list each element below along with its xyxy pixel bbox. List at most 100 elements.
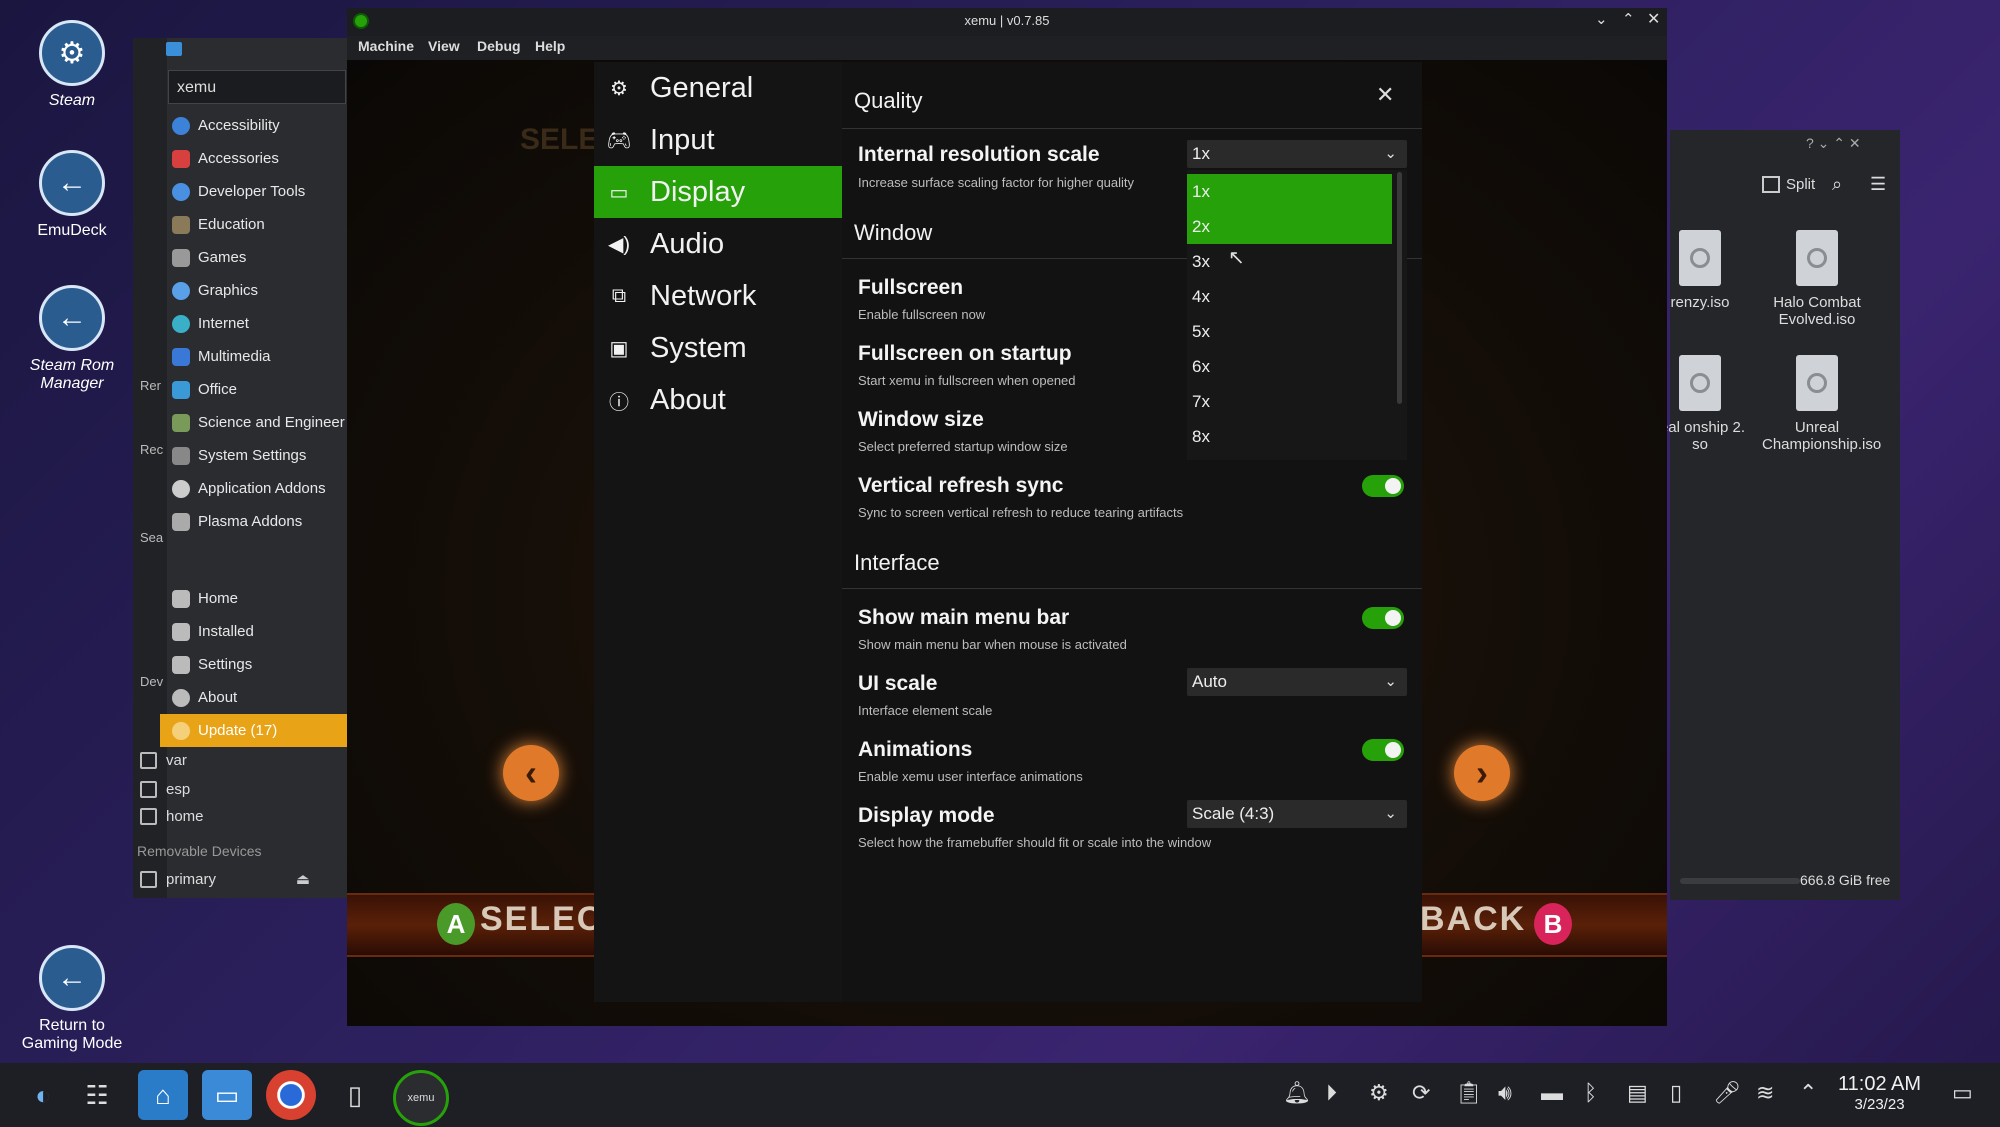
- file-item[interactable]: Unreal Championship.iso: [1762, 355, 1881, 453]
- device-primary[interactable]: primary ⏏: [140, 870, 330, 888]
- animations-toggle[interactable]: [1362, 739, 1404, 761]
- graphics-icon: [172, 281, 190, 300]
- battery-icon[interactable]: ▬: [1541, 1080, 1563, 1106]
- category-system-settings[interactable]: System Settings: [172, 439, 347, 472]
- microphone-icon[interactable]: 🎤︎: [1713, 1080, 1741, 1106]
- launcher-home[interactable]: Home: [172, 582, 347, 615]
- dropdown-option-4x[interactable]: 4x: [1187, 279, 1392, 314]
- desktop-icon-return-gaming[interactable]: ← Return to Gaming Mode: [12, 945, 132, 1053]
- menubar-toggle[interactable]: [1362, 607, 1404, 629]
- dropdown-option-6x[interactable]: 6x: [1187, 349, 1392, 384]
- minimize-icon[interactable]: ⌄: [1595, 10, 1608, 28]
- info-icon: ⓘ: [609, 391, 629, 414]
- launcher-search-input[interactable]: xemu: [168, 70, 346, 104]
- nav-general[interactable]: ⚙ General: [594, 62, 842, 114]
- wifi-icon[interactable]: ≋: [1756, 1080, 1774, 1106]
- dropdown-option-5x[interactable]: 5x: [1187, 314, 1392, 349]
- notifications-icon[interactable]: 🔔︎: [1283, 1080, 1311, 1106]
- category-application-addons[interactable]: Application Addons: [172, 472, 347, 505]
- volume-icon[interactable]: 🔊︎: [1498, 1080, 1512, 1106]
- device-icon[interactable]: ▯: [1670, 1080, 1682, 1106]
- nav-network[interactable]: ⧉ Network: [594, 270, 842, 322]
- dropdown-option-7x[interactable]: 7x: [1187, 384, 1392, 419]
- menu-debug[interactable]: Debug: [477, 38, 521, 54]
- dropdown-scrollbar[interactable]: [1397, 172, 1402, 404]
- ui-scale-dropdown[interactable]: Auto ⌄: [1187, 668, 1407, 696]
- plasma-addons-icon: [172, 512, 190, 531]
- maximize-icon[interactable]: ⌃: [1622, 10, 1635, 28]
- game-select-text: SELEC: [480, 900, 604, 938]
- category-multimedia[interactable]: Multimedia: [172, 340, 347, 373]
- media-play-icon[interactable]: ⏵: [1326, 1080, 1337, 1106]
- search-icon[interactable]: ⌕: [1832, 174, 1842, 195]
- window-controls[interactable]: ? ⌄ ⌃ ✕: [1806, 135, 1861, 152]
- steam-tray-icon[interactable]: ⚙: [1369, 1080, 1389, 1106]
- task-manager-icon[interactable]: ☷: [72, 1070, 122, 1120]
- category-developer-tools[interactable]: Developer Tools: [172, 175, 347, 208]
- hamburger-menu-icon[interactable]: ☰: [1870, 174, 1886, 195]
- category-office[interactable]: Office: [172, 373, 347, 406]
- dropdown-option-2x[interactable]: 2x: [1187, 209, 1392, 244]
- chrome-icon[interactable]: [266, 1070, 316, 1120]
- menu-machine[interactable]: Machine: [358, 38, 414, 54]
- storage-icon[interactable]: ▤: [1627, 1080, 1648, 1106]
- chevron-down-icon: ⌄: [1384, 145, 1397, 162]
- nav-about[interactable]: ⓘ About: [594, 374, 842, 426]
- internal-resolution-dropdown[interactable]: 1x ⌄: [1187, 140, 1407, 168]
- steam-deck-menu-icon[interactable]: ◐: [18, 1070, 68, 1120]
- drive-icon: [140, 752, 157, 769]
- nav-system[interactable]: ▣ System: [594, 322, 842, 374]
- update-tray-icon[interactable]: ⟳: [1412, 1080, 1430, 1106]
- category-games[interactable]: Games: [172, 241, 347, 274]
- display-mode-title: Display mode: [858, 804, 995, 827]
- nav-input[interactable]: 🎮︎ Input: [594, 114, 842, 166]
- split-button[interactable]: Split: [1762, 176, 1815, 193]
- category-plasma-addons[interactable]: Plasma Addons: [172, 505, 347, 538]
- menu-view[interactable]: View: [428, 38, 460, 54]
- launcher-installed[interactable]: Installed: [172, 615, 347, 648]
- close-window-icon[interactable]: ✕: [1647, 9, 1660, 29]
- chip-icon: ▣: [609, 337, 629, 360]
- nav-audio[interactable]: ◀) Audio: [594, 218, 842, 270]
- place-var[interactable]: var: [140, 752, 330, 769]
- category-science[interactable]: Science and Engineer: [172, 406, 347, 439]
- desktop-icon-steam-rom-manager[interactable]: ← Steam Rom Manager: [12, 285, 132, 393]
- usb-drive-icon[interactable]: ▯: [330, 1070, 380, 1120]
- close-settings-icon[interactable]: ✕: [1376, 82, 1394, 108]
- category-accessibility[interactable]: Accessibility: [172, 109, 347, 142]
- vsync-toggle[interactable]: [1362, 475, 1404, 497]
- category-accessories[interactable]: Accessories: [172, 142, 347, 175]
- launcher-about[interactable]: About: [172, 681, 347, 714]
- ui-scale-desc: Interface element scale: [858, 703, 993, 718]
- dropdown-option-3x[interactable]: 3x: [1187, 244, 1392, 279]
- desktop-icon-emudeck[interactable]: ← EmuDeck: [12, 150, 132, 240]
- menu-help[interactable]: Help: [535, 38, 565, 54]
- category-graphics[interactable]: Graphics: [172, 274, 347, 307]
- category-education[interactable]: Education: [172, 208, 347, 241]
- eject-icon[interactable]: ⏏: [296, 870, 310, 888]
- nav-display[interactable]: ▭ Display: [594, 166, 842, 218]
- animations-title: Animations: [858, 738, 973, 761]
- file-manager-icon[interactable]: ▭: [202, 1070, 252, 1120]
- file-item[interactable]: Halo Combat Evolved.iso: [1762, 230, 1872, 328]
- desktop-icon-steam[interactable]: ⚙ Steam: [12, 20, 132, 110]
- launcher-update[interactable]: Update (17): [160, 714, 347, 747]
- category-internet[interactable]: Internet: [172, 307, 347, 340]
- show-desktop-icon[interactable]: ▭: [1952, 1080, 1973, 1106]
- steam-rom-manager-icon: ←: [39, 285, 105, 351]
- launcher-settings[interactable]: Settings: [172, 648, 347, 681]
- dropdown-option-1x[interactable]: 1x: [1187, 174, 1392, 209]
- bluetooth-icon[interactable]: ᛒ: [1584, 1080, 1597, 1106]
- free-space-label: 666.8 GiB free: [1800, 872, 1891, 888]
- internet-icon: [172, 314, 190, 333]
- display-mode-dropdown[interactable]: Scale (4:3) ⌄: [1187, 800, 1407, 828]
- dropdown-option-8x[interactable]: 8x: [1187, 419, 1392, 454]
- chevron-up-icon[interactable]: ⌃: [1799, 1080, 1817, 1106]
- place-home[interactable]: home: [140, 808, 330, 825]
- xemu-taskbar-icon[interactable]: xemu: [393, 1070, 449, 1126]
- clipboard-icon[interactable]: 📋︎: [1455, 1080, 1483, 1106]
- clock[interactable]: 11:02 AM 3/23/23: [1838, 1073, 1921, 1113]
- fullscreen-startup-desc: Start xemu in fullscreen when opened: [858, 373, 1076, 388]
- discover-store-icon[interactable]: ⌂: [138, 1070, 188, 1120]
- place-esp[interactable]: esp: [140, 781, 330, 798]
